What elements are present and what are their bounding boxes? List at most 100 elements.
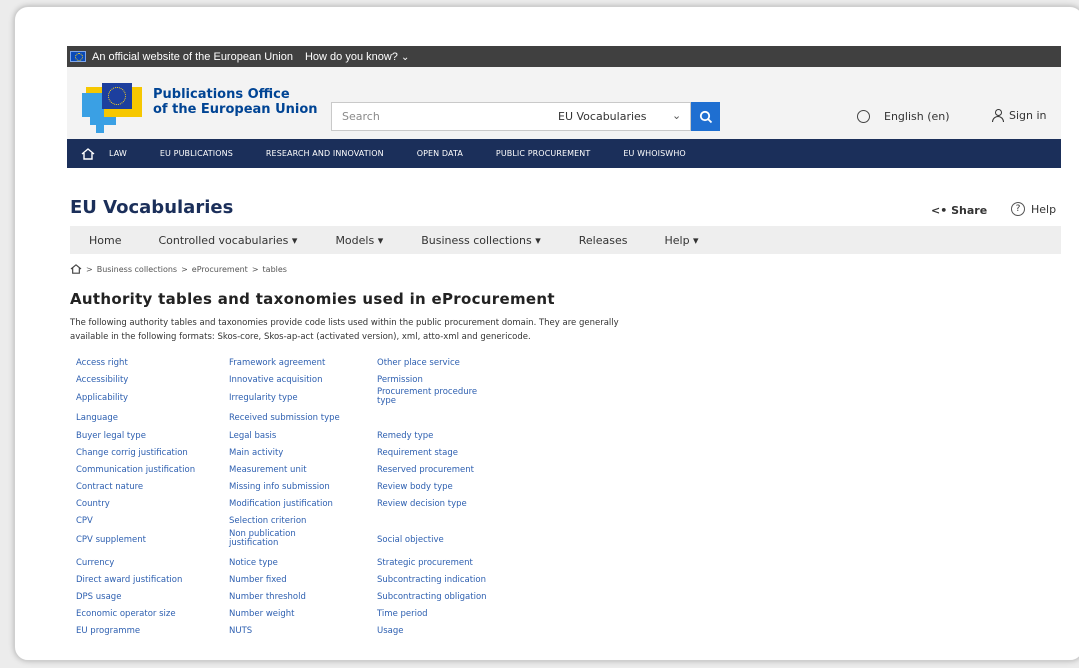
how-do-you-know-label: How do you know? [304, 50, 398, 63]
logo-title-line1: Publications Office [153, 87, 290, 102]
page-intro: The following authority tables and taxon… [70, 316, 790, 344]
authority-table-link[interactable]: Accessibility [76, 376, 128, 385]
authority-table-link[interactable]: Applicability [76, 394, 128, 403]
authority-table-link[interactable]: Requirement stage [377, 449, 458, 458]
globe-icon [857, 110, 870, 123]
breadcrumb-separator: > [86, 264, 93, 274]
menu-item-home[interactable]: Home [89, 234, 121, 247]
authority-table-link[interactable]: Access right [76, 359, 128, 368]
menu-item-business-collections[interactable]: Business collections ▾ [421, 234, 541, 247]
authority-table-link[interactable]: Number fixed [229, 576, 287, 585]
language-selector[interactable]: English (en) [857, 110, 950, 123]
menu-item-releases[interactable]: Releases [579, 234, 628, 247]
search-button[interactable] [691, 102, 720, 131]
logo-title[interactable]: Publications Office of the European Unio… [153, 87, 318, 117]
authority-table-link[interactable]: Number threshold [229, 593, 306, 602]
site-title[interactable]: EU Vocabularies [70, 197, 233, 218]
breadcrumb: > Business collections > eProcurement > … [70, 264, 287, 274]
authority-table-link[interactable]: Subcontracting indication [377, 576, 486, 585]
menu-item-help[interactable]: Help ▾ [664, 234, 698, 247]
authority-table-link[interactable]: Main activity [229, 449, 283, 458]
nav-item-public-procurement[interactable]: PUBLIC PROCUREMENT [496, 149, 590, 158]
home-nav-button[interactable] [67, 147, 109, 160]
authority-table-link[interactable]: Permission [377, 376, 423, 385]
authority-table-link[interactable]: Number weight [229, 610, 295, 619]
nav-item-eu-publications[interactable]: EU PUBLICATIONS [160, 149, 233, 158]
official-site-text: An official website of the European Unio… [92, 50, 293, 63]
authority-table-link[interactable]: CPV supplement [76, 536, 146, 545]
main-navigation: LAW EU PUBLICATIONS RESEARCH AND INNOVAT… [67, 139, 1061, 168]
authority-table-link[interactable]: Usage [377, 627, 403, 636]
eu-flag-icon [70, 51, 86, 62]
language-label: English (en) [884, 110, 950, 123]
authority-table-link[interactable]: Missing info submission [229, 483, 330, 492]
authority-table-link[interactable]: Received submission type [229, 414, 340, 423]
authority-table-link[interactable]: Contract nature [76, 483, 143, 492]
help-button[interactable]: ? Help [1011, 202, 1056, 216]
nav-item-open-data[interactable]: OPEN DATA [417, 149, 463, 158]
authority-table-link[interactable]: Remedy type [377, 432, 433, 441]
share-icon: <• [931, 204, 948, 217]
authority-table-link[interactable]: Modification justification [229, 500, 333, 509]
authority-table-link[interactable]: Reserved procurement [377, 466, 474, 475]
sign-in-link[interactable]: Sign in [992, 109, 1047, 122]
sign-in-label: Sign in [1009, 109, 1047, 122]
user-icon [992, 109, 1004, 122]
home-icon [81, 147, 95, 160]
nav-item-research-innovation[interactable]: RESEARCH AND INNOVATION [266, 149, 384, 158]
breadcrumb-item[interactable]: eProcurement [192, 265, 248, 274]
search-scope-select[interactable]: EU Vocabularies [558, 110, 647, 123]
authority-table-link[interactable]: Innovative acquisition [229, 376, 322, 385]
authority-table-link[interactable]: Legal basis [229, 432, 276, 441]
authority-table-link[interactable]: Other place service [377, 359, 460, 368]
authority-table-link[interactable]: Language [76, 414, 118, 423]
home-icon[interactable] [70, 264, 82, 274]
authority-table-link[interactable]: DPS usage [76, 593, 121, 602]
authority-table-link[interactable]: Selection criterion [229, 517, 306, 526]
breadcrumb-separator: > [181, 264, 188, 274]
share-button[interactable]: <• Share [931, 204, 987, 217]
search-input[interactable] [332, 103, 552, 130]
authority-table-link[interactable]: Economic operator size [76, 610, 176, 619]
authority-table-link[interactable]: Direct award justification [76, 576, 182, 585]
authority-table-link[interactable]: Procurement procedure type [377, 388, 497, 406]
chevron-down-icon[interactable]: ⌄ [672, 109, 681, 122]
authority-table-link[interactable]: Notice type [229, 559, 278, 568]
authority-table-link[interactable]: Review decision type [377, 500, 467, 509]
authority-table-link[interactable]: Country [76, 500, 110, 509]
publications-office-logo[interactable] [82, 83, 146, 133]
window-frame: An official website of the European Unio… [14, 6, 1079, 661]
nav-item-law[interactable]: LAW [109, 149, 127, 158]
authority-table-link[interactable]: Change corrig justification [76, 449, 188, 458]
authority-table-link[interactable]: Buyer legal type [76, 432, 146, 441]
nav-item-eu-whoiswho[interactable]: EU WHOISWHO [623, 149, 685, 158]
authority-table-link[interactable]: Measurement unit [229, 466, 307, 475]
chevron-down-icon: ⌄ [400, 51, 410, 63]
intro-line: The following authority tables and taxon… [70, 318, 619, 328]
authority-table-link[interactable]: Irregularity type [229, 394, 298, 403]
menu-item-models[interactable]: Models ▾ [335, 234, 383, 247]
page-title: Authority tables and taxonomies used in … [70, 290, 555, 308]
authority-table-link[interactable]: EU programme [76, 627, 140, 636]
breadcrumb-separator: > [251, 264, 259, 274]
menu-item-controlled-vocabularies[interactable]: Controlled vocabularies ▾ [158, 234, 297, 247]
how-do-you-know-link[interactable]: How do you know? ⌄ [305, 51, 409, 63]
share-label: Share [951, 204, 988, 217]
site-menu: Home Controlled vocabularies ▾ Models ▾ … [70, 226, 1061, 254]
breadcrumb-item[interactable]: Business collections [97, 265, 177, 274]
authority-table-link[interactable]: Review body type [377, 483, 453, 492]
authority-table-link[interactable]: Time period [377, 610, 428, 619]
authority-table-link[interactable]: Framework agreement [229, 359, 325, 368]
authority-table-link[interactable]: Strategic procurement [377, 559, 473, 568]
eu-official-bar: An official website of the European Unio… [67, 46, 1061, 67]
authority-table-link[interactable]: NUTS [229, 627, 252, 636]
help-label: Help [1031, 202, 1057, 216]
authority-table-link[interactable]: Communication justification [76, 466, 195, 475]
authority-table-link[interactable]: Social objective [377, 536, 444, 545]
authority-table-link[interactable]: Non publication justification [229, 530, 311, 548]
search-box: EU Vocabularies ⌄ [331, 102, 691, 131]
authority-table-link[interactable]: Currency [76, 559, 114, 568]
authority-table-link[interactable]: Subcontracting obligation [377, 593, 487, 602]
authority-table-link[interactable]: CPV [76, 517, 93, 526]
site-header: Publications Office of the European Unio… [67, 67, 1061, 139]
